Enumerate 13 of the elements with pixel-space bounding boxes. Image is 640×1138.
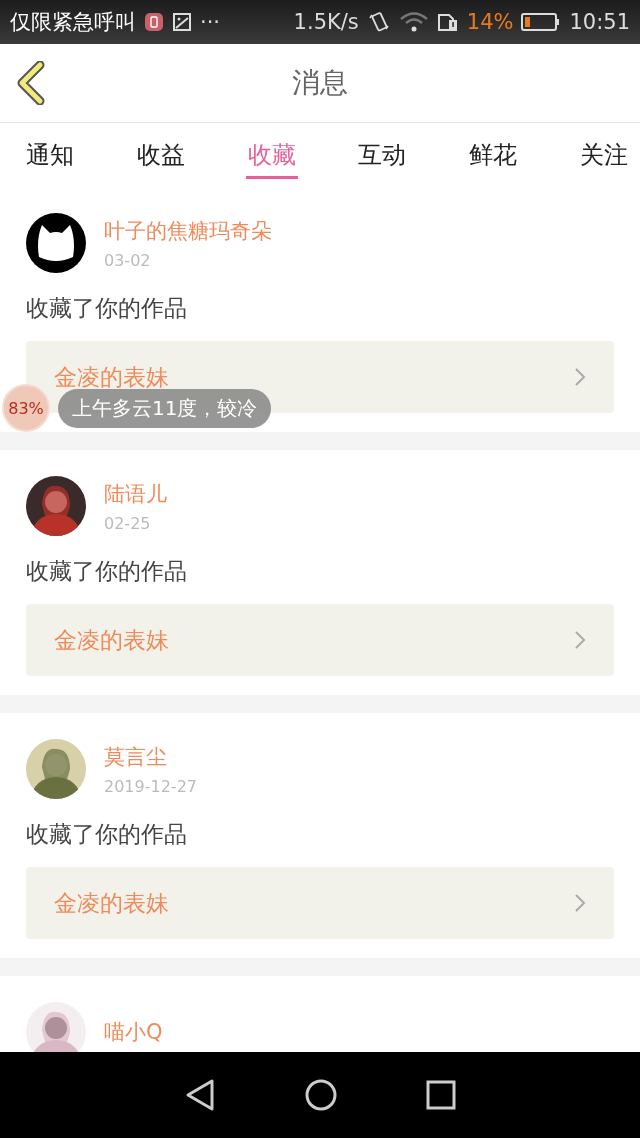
message-text: 收藏了你的作品 [26,294,188,323]
network-speed-text: 1.5K/s [293,10,359,34]
page-title: 消息 [292,65,348,101]
more-notifications-text: ··· [200,10,221,34]
battery-percent-text: 14% [466,10,514,34]
message-date: 03-02 [104,250,152,270]
carrier-text: 仅限紧急呼叫 [10,9,136,36]
weather-toast: 上午多云11度，较冷 [58,388,272,428]
message-date: 02-25 [104,513,152,533]
message-text: 收藏了你的作品 [26,820,188,849]
message-date: 2019-12-27 [104,776,197,796]
message-text: 收藏了你的作品 [26,557,188,586]
clock-text: 10:51 [569,10,630,34]
